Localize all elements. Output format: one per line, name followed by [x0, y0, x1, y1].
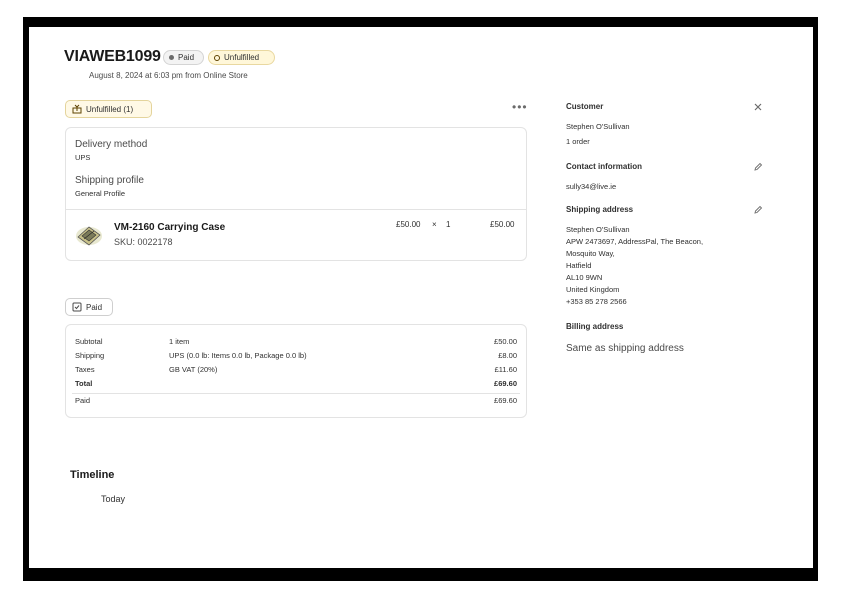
billing-address-heading: Billing address — [566, 322, 624, 331]
shipping-profile-value[interactable]: General Profile — [75, 189, 125, 198]
payment-status-badge: Paid — [163, 50, 204, 65]
unfulfilled-pill-label: Unfulfilled (1) — [86, 104, 134, 114]
delivery-method-value: UPS — [75, 153, 91, 162]
payment-row-detail: GB VAT (20%) — [169, 365, 218, 374]
shipping-address-line: United Kingdom — [566, 285, 620, 294]
payment-row-label: Total — [75, 379, 93, 388]
pencil-icon[interactable] — [753, 205, 763, 215]
payment-status-label: Paid — [178, 53, 195, 62]
shipping-address-heading: Shipping address — [566, 205, 634, 214]
shipping-profile-label: Shipping profile — [75, 175, 144, 186]
fulfillment-card: Delivery method UPS Shipping profile Gen… — [65, 127, 527, 261]
billing-address-value: Same as shipping address — [566, 343, 684, 354]
payment-card: Subtotal 1 item £50.00 Shipping UPS (0.0… — [65, 324, 527, 418]
shipping-address-line: Hatfield — [566, 261, 592, 270]
contact-heading: Contact information — [566, 162, 642, 171]
close-icon[interactable] — [753, 102, 763, 112]
status-ring-icon — [214, 54, 220, 61]
product-line-total: £50.00 — [490, 220, 515, 229]
payment-row-label: Shipping — [75, 351, 105, 360]
timeline-today-label: Today — [101, 494, 126, 504]
product-sku: SKU: 0022178 — [114, 237, 173, 247]
timeline-heading: Timeline — [70, 469, 115, 481]
product-name[interactable]: VM-2160 Carrying Case — [114, 222, 225, 233]
receipt-check-icon — [72, 302, 82, 312]
delivery-method-label: Delivery method — [75, 139, 148, 150]
customer-heading: Customer — [566, 102, 604, 111]
payment-row-amount: £50.00 — [494, 337, 517, 346]
payment-row-amount: £8.00 — [498, 351, 517, 360]
card-divider — [66, 209, 526, 210]
quantity-multiplier: × — [432, 220, 437, 229]
payment-row-amount: £11.60 — [494, 365, 517, 374]
payment-row-label: Subtotal — [75, 337, 103, 346]
payment-row-total: Total £69.60 — [66, 379, 526, 391]
payment-row-shipping: Shipping UPS (0.0 lb: Items 0.0 lb, Pack… — [66, 351, 526, 363]
payment-divider — [72, 393, 520, 394]
payment-row-label: Taxes — [75, 365, 95, 374]
fulfillment-status-badge: Unfulfilled — [208, 50, 275, 65]
pencil-icon[interactable] — [753, 162, 763, 172]
product-unit-price: £50.00 — [396, 220, 421, 229]
shipping-address-line: Stephen O'Sullivan — [566, 225, 630, 234]
paid-pill-label: Paid — [86, 302, 103, 312]
payment-row-label: Paid — [75, 396, 91, 405]
more-horizontal-icon[interactable]: ••• — [512, 100, 528, 114]
order-subtitle: August 8, 2024 at 6:03 pm from Online St… — [89, 71, 248, 80]
product-quantity: 1 — [446, 220, 451, 229]
paid-pill: Paid — [65, 298, 113, 316]
customer-email[interactable]: sully34@live.ie — [566, 181, 616, 193]
shipping-address-line: Mosquito Way, — [566, 249, 615, 258]
fulfillment-icon — [72, 104, 82, 114]
payment-row-taxes: Taxes GB VAT (20%) £11.60 — [66, 365, 526, 377]
product-thumbnail[interactable] — [74, 221, 104, 249]
customer-order-count[interactable]: 1 order — [566, 136, 590, 148]
customer-name[interactable]: Stephen O'Sullivan — [566, 121, 630, 133]
payment-row-amount: £69.60 — [494, 396, 517, 405]
unfulfilled-pill: Unfulfilled (1) — [65, 100, 152, 118]
payment-row-amount: £69.60 — [494, 379, 517, 388]
payment-row-detail: 1 item — [169, 337, 190, 346]
payment-row-paid: Paid £69.60 — [66, 396, 526, 408]
status-dot-icon — [169, 55, 174, 60]
shipping-address-line: AL10 9WN — [566, 273, 603, 282]
order-title: VIAWEB1099 — [64, 48, 161, 65]
payment-row-detail: UPS (0.0 lb: Items 0.0 lb, Package 0.0 l… — [169, 351, 307, 360]
fulfillment-status-label: Unfulfilled — [224, 53, 260, 62]
payment-row-subtotal: Subtotal 1 item £50.00 — [66, 337, 526, 349]
shipping-address-phone: +353 85 278 2566 — [566, 297, 627, 306]
shipping-address-line: APW 2473697, AddressPal, The Beacon, — [566, 237, 704, 246]
